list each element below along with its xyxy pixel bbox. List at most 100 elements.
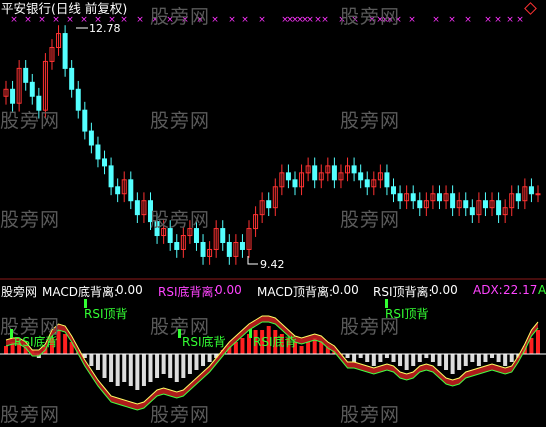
watermark: 股旁网	[340, 404, 401, 426]
signal-marker	[178, 329, 181, 338]
signal-marker	[249, 329, 252, 338]
candle	[351, 165, 357, 174]
macd-bottom-label: MACD底背离:	[42, 285, 119, 299]
candle	[417, 200, 423, 209]
candle	[364, 179, 370, 188]
signal-x-marker: ×	[484, 15, 492, 25]
macd-bar	[424, 354, 429, 358]
macd-bar	[240, 338, 245, 354]
watermark: 股旁网	[150, 110, 211, 132]
signal-x-marker: ×	[408, 15, 416, 25]
rsi-top-signal: RSI顶背	[84, 299, 128, 322]
macd-bottom-value: 0.00	[116, 283, 143, 297]
macd-bar	[194, 354, 199, 370]
macd-bar	[490, 354, 495, 358]
candle	[75, 88, 81, 111]
watermark: 股旁网	[340, 110, 401, 132]
macd-bar	[161, 354, 166, 374]
watermark: 股旁网	[340, 209, 401, 231]
macd-bar	[95, 354, 100, 370]
macd-bar	[148, 354, 153, 382]
macd-bar	[411, 354, 416, 366]
candle	[10, 88, 16, 104]
candle	[95, 144, 101, 160]
macd-bar	[89, 354, 94, 366]
macd-bar	[128, 354, 133, 386]
candle	[239, 242, 245, 250]
macd-bar	[181, 354, 186, 378]
candle	[29, 81, 35, 97]
candle	[88, 130, 94, 146]
macd-bar	[509, 354, 514, 362]
macd-bar	[503, 354, 508, 366]
signal-marker	[10, 329, 13, 338]
candle	[82, 109, 88, 132]
candle	[292, 179, 298, 188]
candle	[436, 193, 442, 202]
macd-bar	[444, 354, 449, 370]
candle	[115, 186, 121, 195]
macd-bar	[352, 354, 357, 362]
macd-bar	[63, 334, 68, 354]
rsi-top-signal: RSI顶背	[385, 299, 429, 322]
watermark: 股旁网	[340, 6, 401, 28]
indicator-header: 股旁网 MACD底背离: 0.00 RSI底背离: 0.00 MACD顶背离: …	[0, 283, 546, 299]
macd-bar	[470, 354, 475, 362]
signal-x-marker: ×	[516, 15, 524, 25]
candle	[384, 172, 390, 188]
candle	[226, 242, 232, 257]
chart-title: 平安银行(日线 前复权)	[1, 1, 128, 16]
macd-bar	[174, 354, 179, 382]
indicator-tail: A	[538, 283, 546, 297]
signal-marker	[385, 299, 388, 308]
macd-bar	[437, 354, 442, 366]
macd-bar	[391, 354, 396, 362]
signal-x-marker: ×	[211, 15, 219, 25]
macd-bar	[430, 354, 435, 362]
macd-bar	[476, 354, 481, 366]
watermark: 股旁网	[0, 209, 61, 231]
macd-bar	[378, 354, 383, 362]
candle	[312, 165, 318, 181]
macd-bar	[404, 354, 409, 370]
macd-bar	[4, 346, 8, 354]
watermark: 股旁网	[0, 404, 61, 426]
signal-x-marker: ×	[432, 15, 440, 25]
signal-x-marker: ×	[228, 15, 236, 25]
indicator-source: 股旁网	[1, 285, 38, 299]
macd-bar	[109, 354, 114, 382]
macd-bar	[358, 354, 363, 358]
watermark: 股旁网	[0, 110, 61, 132]
macd-bar	[496, 354, 501, 362]
signal-x-marker: ×	[448, 15, 456, 25]
candle	[528, 186, 534, 195]
macd-bar	[141, 354, 146, 386]
signal-x-marker: ×	[66, 15, 74, 25]
candle	[128, 179, 134, 202]
adx-value: 22.17	[503, 283, 538, 297]
macd-bar	[483, 354, 488, 362]
signal-x-marker: ×	[464, 15, 472, 25]
signal-x-marker: ×	[494, 15, 502, 25]
macd-bar	[417, 354, 422, 362]
chart-window[interactable]: × × × × × × × × × × × × × × × × × × × × × × × × × × × × × × × × × × × × × × × ×…	[0, 0, 546, 426]
signal-x-marker: ×	[136, 15, 144, 25]
candle	[102, 158, 108, 167]
signal-x-marker: ×	[258, 15, 266, 25]
rsi-bottom-label: RSI底背离:	[158, 285, 218, 299]
macd-bar	[371, 354, 376, 366]
rsi-bottom-value: 0.00	[215, 283, 242, 297]
macd-bar	[201, 354, 206, 366]
macd-bar	[536, 330, 540, 354]
candle	[220, 228, 226, 243]
candle	[331, 165, 337, 181]
rsi-bottom-signal: RSI底背	[249, 329, 297, 350]
macd-bar	[345, 354, 350, 358]
candle	[463, 200, 469, 209]
stock-chart[interactable]: × × × × × × × × × × × × × × × × × × ×××××× × × × × × ××× × × × × × × × ×…	[0, 0, 546, 426]
macd-bar	[529, 338, 534, 354]
signal-x-marker: ×	[506, 15, 514, 25]
signal-x-marker: ×	[306, 15, 314, 25]
macd-bar	[299, 346, 304, 354]
macd-bar	[187, 354, 192, 374]
